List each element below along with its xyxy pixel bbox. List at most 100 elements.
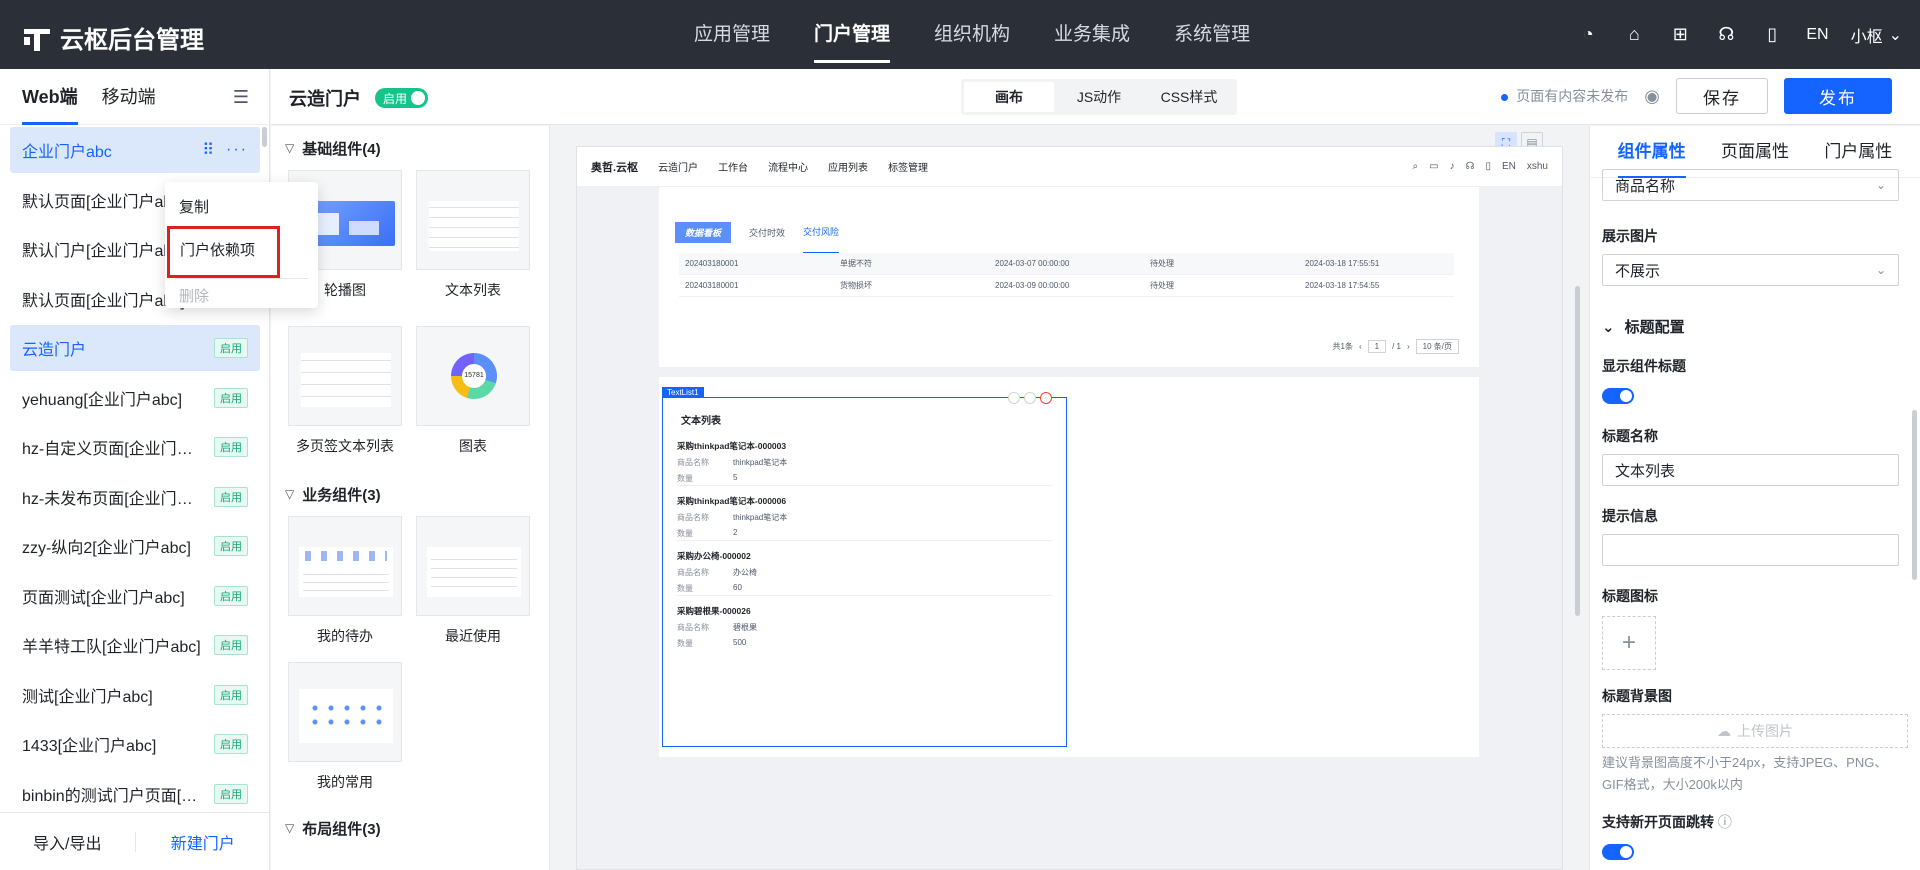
nav-business-integration[interactable]: 业务集成: [1032, 0, 1152, 69]
home-icon[interactable]: ⌂: [1622, 23, 1646, 47]
component-tile-todo[interactable]: 我的待办: [288, 516, 402, 646]
props-scrollbar[interactable]: [1912, 410, 1917, 580]
support-icon[interactable]: ☊: [1714, 23, 1738, 47]
nav-system-management[interactable]: 系统管理: [1152, 0, 1272, 69]
field-label: 展示图片: [1602, 228, 1658, 244]
canvas-scrollbar[interactable]: [1575, 286, 1580, 616]
menu-item-dependencies[interactable]: 门户依赖项: [167, 226, 280, 278]
list-item[interactable]: 采购thinkpad笔记本-000006 商品名称 thinkpad笔记本 数量 2: [677, 495, 1052, 541]
preview-menu-item[interactable]: 流程中心: [768, 159, 808, 174]
component-tile-recent[interactable]: 最近使用: [416, 516, 530, 646]
group-basic[interactable]: ▽ 基础组件(4): [271, 126, 549, 170]
component-tile-chart[interactable]: 15781 图表: [416, 326, 530, 456]
move-icon[interactable]: [1024, 392, 1036, 404]
chevron-down-icon: ▽: [285, 821, 295, 835]
upload-image-button[interactable]: ☁ 上传图片: [1602, 714, 1908, 748]
nav-portal-management[interactable]: 门户管理: [792, 0, 912, 69]
textlist-title: 文本列表: [681, 416, 721, 427]
title-config-section[interactable]: ⌄ 标题配置: [1602, 316, 1899, 337]
pager-current[interactable]: 1: [1367, 340, 1387, 353]
nav-organization[interactable]: 组织机构: [912, 0, 1032, 69]
import-export-button[interactable]: 导入/导出: [0, 830, 135, 854]
component-tile-text-list[interactable]: 文本列表: [416, 170, 530, 300]
portal-item[interactable]: 云造门户 启用: [10, 325, 260, 371]
menu-item-delete[interactable]: 删除: [175, 278, 308, 314]
preview-menu-item[interactable]: 云造门户: [658, 159, 698, 174]
bell-icon[interactable]: ♪: [1450, 161, 1455, 172]
mode-css-styles[interactable]: CSS样式: [1144, 82, 1234, 112]
nav-app-management[interactable]: 应用管理: [672, 0, 792, 69]
support-icon[interactable]: ☊: [1466, 161, 1475, 172]
new-portal-button[interactable]: 新建门户: [136, 830, 271, 854]
tab-web[interactable]: Web端: [22, 69, 78, 125]
tile-label: 图表: [459, 438, 487, 454]
more-options-icon[interactable]: ···: [226, 141, 248, 159]
mode-switcher: 画布 JS动作 CSS样式: [961, 79, 1237, 115]
hint-input[interactable]: [1602, 534, 1899, 566]
list-item[interactable]: 采购thinkpad笔记本-000003 商品名称 thinkpad笔记本 数量 5: [677, 440, 1052, 486]
help-icon[interactable]: ⓘ: [1718, 814, 1732, 830]
group-business[interactable]: ▽ 业务组件(3): [271, 472, 549, 516]
data-board-card[interactable]: 数据看板 交付时效 交付风险 202403180001 单据不符 2024-03…: [659, 187, 1479, 377]
search-icon[interactable]: ⌕: [1413, 161, 1419, 172]
design-canvas[interactable]: ⛶ ▤ 奥哲.云枢 云造门户 工作台 流程中心 应用列表 标签管理 ⌕ ▭ ♪ …: [551, 126, 1588, 870]
menu-item-copy[interactable]: 复制: [165, 190, 318, 226]
portal-item[interactable]: hz-自定义页面[企业门户abc] 启用: [10, 424, 260, 470]
preview-menu-item[interactable]: 应用列表: [828, 159, 868, 174]
text-list-thumbnail: [416, 170, 530, 270]
collapse-menu-icon[interactable]: ☰: [233, 87, 249, 108]
portal-item[interactable]: 企业门户abc ⠿ ···: [10, 127, 260, 173]
selected-textlist-component[interactable]: TextList1 文本列表 采购thinkpad笔记本-000003 商品名称…: [662, 387, 1067, 747]
portal-item[interactable]: 页面测试[企业门户abc] 启用: [10, 573, 260, 619]
show-image-select[interactable]: 不展示 ⌄: [1602, 254, 1899, 286]
next-page-icon[interactable]: ›: [1407, 342, 1410, 351]
palette-icon[interactable]: ◔: [1576, 23, 1600, 47]
unpublished-note: 页面有内容未发布: [1516, 88, 1629, 104]
portal-item[interactable]: 测试[企业门户abc] 启用: [10, 672, 260, 718]
user-menu[interactable]: 小枢 ⌄: [1851, 23, 1902, 47]
enable-switch[interactable]: 启用: [375, 88, 429, 108]
list-item[interactable]: 采购碧根果-000026 商品名称 碧根果 数量 500: [677, 605, 1052, 651]
title-name-input[interactable]: 文本列表: [1602, 454, 1899, 486]
apps-grid-icon[interactable]: ⊞: [1668, 23, 1692, 47]
mode-js-actions[interactable]: JS动作: [1054, 82, 1144, 112]
prev-page-icon[interactable]: ‹: [1359, 342, 1362, 351]
document-icon[interactable]: ▯: [1760, 23, 1784, 47]
preview-menu-item[interactable]: 工作台: [718, 159, 748, 174]
pager-size[interactable]: 10 条/页: [1415, 339, 1459, 354]
group-layout[interactable]: ▽ 布局组件(3): [271, 806, 549, 850]
show-title-switch[interactable]: [1602, 388, 1634, 404]
preview-eye-icon[interactable]: ◉: [1644, 86, 1660, 107]
portal-item[interactable]: yehuang[企业门户abc] 启用: [10, 375, 260, 421]
drag-handle-icon[interactable]: ⠿: [202, 140, 216, 160]
table-cell: 待处理: [1150, 259, 1174, 268]
component-tile-tabbed-text-list[interactable]: 多页签文本列表: [288, 326, 402, 456]
document-icon[interactable]: ▯: [1485, 161, 1491, 172]
delete-icon[interactable]: [1040, 392, 1052, 404]
publish-button[interactable]: 发布: [1784, 78, 1892, 114]
add-icon-button[interactable]: +: [1602, 616, 1656, 670]
portal-item[interactable]: zzy-纵向2[企业门户abc] 启用: [10, 523, 260, 569]
list-item[interactable]: 采购办公椅-000002 商品名称 办公椅 数量 60: [677, 550, 1052, 596]
save-button[interactable]: 保存: [1676, 78, 1768, 114]
monitor-icon[interactable]: ▭: [1429, 161, 1438, 172]
copy-icon[interactable]: [1008, 392, 1020, 404]
portal-item[interactable]: hz-未发布页面[企业门户abc] 启用: [10, 474, 260, 520]
tab-mobile[interactable]: 移动端: [102, 69, 156, 125]
sidebar-scrollbar[interactable]: [262, 127, 267, 147]
portal-item[interactable]: 羊羊特工队[企业门户abc] 启用: [10, 622, 260, 668]
app-logo[interactable]: 云枢后台管理: [24, 20, 204, 55]
preview-user[interactable]: xshu: [1527, 161, 1548, 172]
preview-menu-item[interactable]: 标签管理: [888, 159, 928, 174]
field-select[interactable]: 商品名称 ⌄: [1602, 169, 1899, 201]
mode-canvas[interactable]: 画布: [964, 82, 1054, 112]
board-tab-active[interactable]: 交付风险: [803, 225, 840, 253]
board-tab[interactable]: 交付时效: [749, 226, 785, 239]
preview-language[interactable]: EN: [1502, 161, 1516, 172]
portal-item[interactable]: 1433[企业门户abc] 启用: [10, 721, 260, 767]
language-toggle[interactable]: EN: [1806, 26, 1828, 44]
table-cell: 待处理: [1150, 281, 1174, 290]
component-tile-favorites[interactable]: 我的常用: [288, 662, 402, 792]
new-page-switch[interactable]: [1602, 844, 1634, 860]
portal-item[interactable]: binbin的测试门户页面[企业门户abc] 启用: [10, 771, 260, 817]
